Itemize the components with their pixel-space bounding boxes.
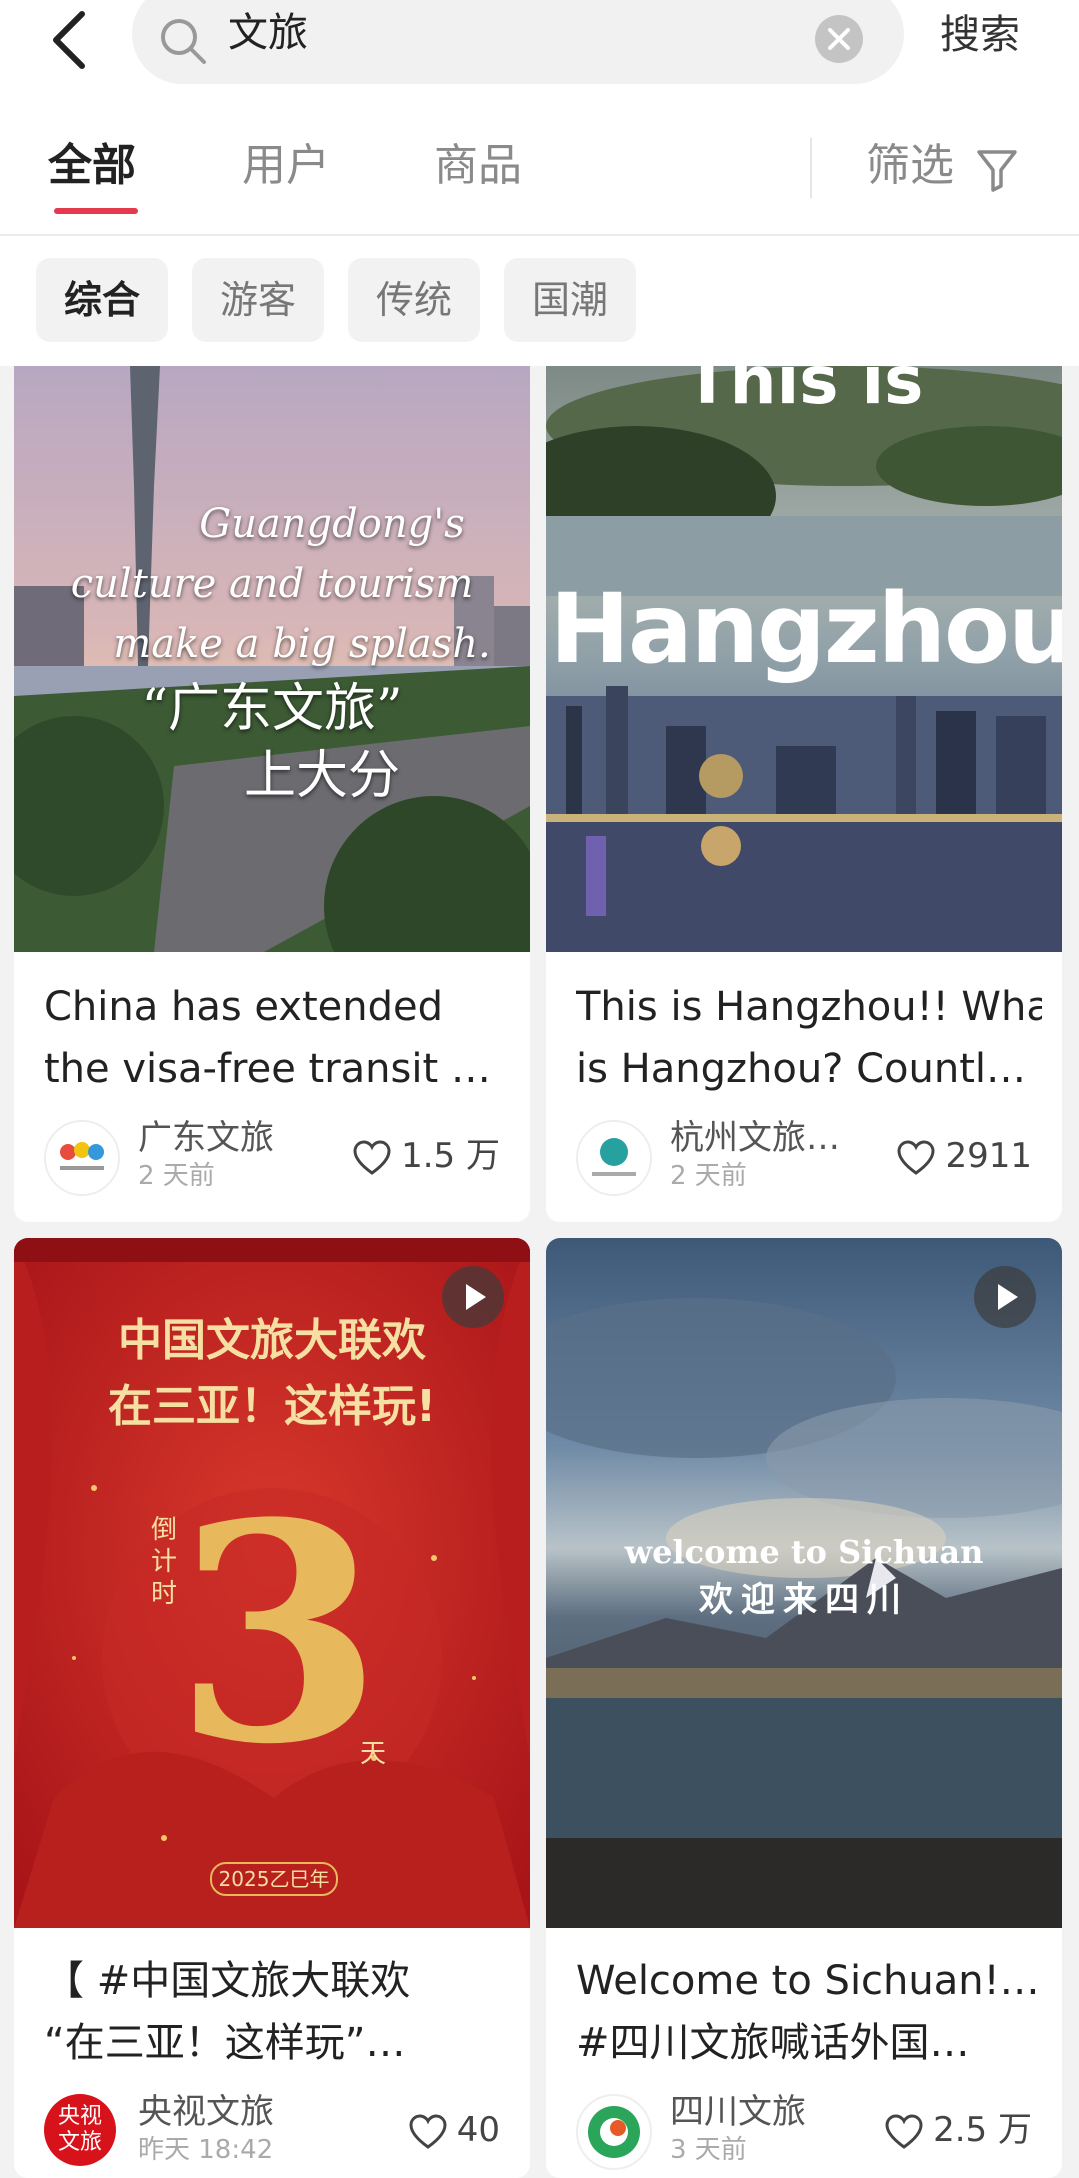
heart-icon bbox=[885, 2113, 923, 2149]
card-title-line-1: Welcome to Sichuan!… bbox=[576, 1958, 1040, 2004]
card-title-line-1: 【 #中国文旅大联欢 bbox=[44, 1958, 411, 2004]
video-badge bbox=[442, 1266, 504, 1328]
author-name[interactable]: 杭州文旅… bbox=[670, 1118, 840, 1158]
heart-icon bbox=[353, 1139, 391, 1175]
avatar[interactable]: 央视 文旅 bbox=[44, 2094, 116, 2166]
overlay-line-2: culture and tourism bbox=[70, 561, 474, 607]
year-badge: 2025乙巳年 bbox=[210, 1862, 338, 1896]
feed-card-sichuan[interactable]: welcome to Sichuan 欢迎来四川 Welcome to Sich… bbox=[546, 1238, 1062, 2178]
filter-button[interactable]: 筛选 bbox=[866, 136, 954, 196]
like-count: 1.5 万 bbox=[401, 1136, 500, 1176]
post-time: 2 天前 bbox=[138, 1161, 215, 1191]
author-name[interactable]: 广东文旅 bbox=[138, 1118, 274, 1158]
hangzhou-logo-icon bbox=[592, 1138, 636, 1176]
top-bar: 文旅 搜索 全部 用户 商品 筛选 bbox=[0, 0, 1079, 236]
overlay-line-1: welcome to Sichuan bbox=[624, 1533, 984, 1571]
heart-icon bbox=[409, 2113, 447, 2149]
like-count-button[interactable]: 40 bbox=[409, 2110, 500, 2150]
tab-all[interactable]: 全部 bbox=[48, 136, 136, 196]
play-icon bbox=[466, 1284, 486, 1310]
tab-products[interactable]: 商品 bbox=[434, 136, 522, 196]
author-name[interactable]: 四川文旅 bbox=[670, 2092, 806, 2132]
chip-comprehensive[interactable]: 综合 bbox=[36, 258, 168, 342]
card-title-line-2: #四川文旅喊话外国… bbox=[576, 2020, 970, 2066]
card-title-line-2: is Hangzhou? Countl… bbox=[576, 1046, 1027, 1092]
card-thumbnail: This is Hangzhou bbox=[546, 366, 1062, 952]
sort-chip-bar: 综合 游客 传统 国潮 bbox=[0, 236, 1079, 366]
like-count: 40 bbox=[456, 2110, 500, 2150]
search-icon bbox=[161, 19, 206, 64]
card-title-line-2: the visa-free transit … bbox=[44, 1046, 491, 1092]
poster-headline-2: 在三亚！这样玩! bbox=[107, 1381, 437, 1432]
post-time: 2 天前 bbox=[670, 1161, 747, 1191]
like-count-button[interactable]: 1.5 万 bbox=[353, 1136, 500, 1176]
tab-users[interactable]: 用户 bbox=[242, 136, 330, 196]
avatar[interactable] bbox=[576, 2094, 652, 2170]
tab-divider bbox=[810, 138, 812, 198]
chip-tourist[interactable]: 游客 bbox=[192, 258, 324, 342]
heart-icon bbox=[897, 1139, 935, 1175]
guangdong-logo-icon bbox=[60, 1142, 104, 1170]
like-count-button[interactable]: 2911 bbox=[897, 1136, 1032, 1176]
countdown-unit: 天 bbox=[359, 1739, 386, 1769]
sichuan-logo-icon bbox=[588, 2106, 640, 2158]
countdown-number: 3 bbox=[174, 1457, 383, 1810]
post-time: 3 天前 bbox=[670, 2135, 747, 2165]
overlay-line-1: Guangdong's bbox=[199, 501, 465, 547]
active-tab-indicator bbox=[54, 208, 138, 214]
card-title-line-1: This is Hangzhou!! What bbox=[576, 984, 1042, 1030]
avatar-text-1: 央视 bbox=[57, 2104, 102, 2129]
result-tabs: 全部 用户 商品 筛选 bbox=[0, 136, 1079, 236]
feed-card-guangdong[interactable]: Guangdong's culture and tourism make a b… bbox=[14, 366, 530, 1222]
back-icon[interactable] bbox=[42, 4, 102, 76]
feed-card-cctv[interactable]: 中国文旅大联欢 在三亚！这样玩! 倒 计 时 3 天 2025乙巳年 【 #中国… bbox=[14, 1238, 530, 2178]
overlay-line-2: Hangzhou bbox=[549, 573, 1062, 685]
card-title-line-1: China has extended bbox=[44, 984, 444, 1030]
search-query: 文旅 bbox=[228, 10, 308, 56]
overlay-line-2: 欢迎来四川 bbox=[699, 1580, 909, 1620]
overlay-line-4: “广东文旅” bbox=[141, 679, 403, 739]
play-icon bbox=[998, 1284, 1018, 1310]
card-thumbnail: welcome to Sichuan 欢迎来四川 bbox=[546, 1238, 1062, 1928]
overlay-line-5: 上大分 bbox=[243, 746, 400, 806]
avatar[interactable] bbox=[44, 1120, 120, 1196]
feed-card-hangzhou[interactable]: This is Hangzhou This is Hangzhou!! What… bbox=[546, 366, 1062, 1222]
overlay-line-3: make a big splash. bbox=[113, 621, 491, 667]
video-badge bbox=[974, 1266, 1036, 1328]
search-button[interactable]: 搜索 bbox=[940, 10, 1020, 60]
card-title-line-2: “在三亚！这样玩”… bbox=[44, 2020, 406, 2066]
clear-icon[interactable] bbox=[814, 14, 864, 64]
card-thumbnail: 中国文旅大联欢 在三亚！这样玩! 倒 计 时 3 天 2025乙巳年 bbox=[14, 1238, 530, 1928]
card-thumbnail: Guangdong's culture and tourism make a b… bbox=[14, 366, 530, 952]
search-input[interactable]: 文旅 bbox=[132, 0, 904, 84]
avatar-text-2: 文旅 bbox=[57, 2130, 102, 2155]
like-count-button[interactable]: 2.5 万 bbox=[885, 2110, 1032, 2150]
author-name[interactable]: 央视文旅 bbox=[138, 2092, 274, 2132]
post-time: 昨天 18:42 bbox=[138, 2135, 274, 2165]
filter-icon[interactable] bbox=[976, 148, 1018, 192]
chip-guochao[interactable]: 国潮 bbox=[504, 258, 636, 342]
avatar[interactable] bbox=[576, 1120, 652, 1196]
overlay-line-1: This is bbox=[684, 366, 924, 419]
chip-traditional[interactable]: 传统 bbox=[348, 258, 480, 342]
like-count: 2.5 万 bbox=[933, 2110, 1032, 2150]
like-count: 2911 bbox=[945, 1136, 1032, 1176]
